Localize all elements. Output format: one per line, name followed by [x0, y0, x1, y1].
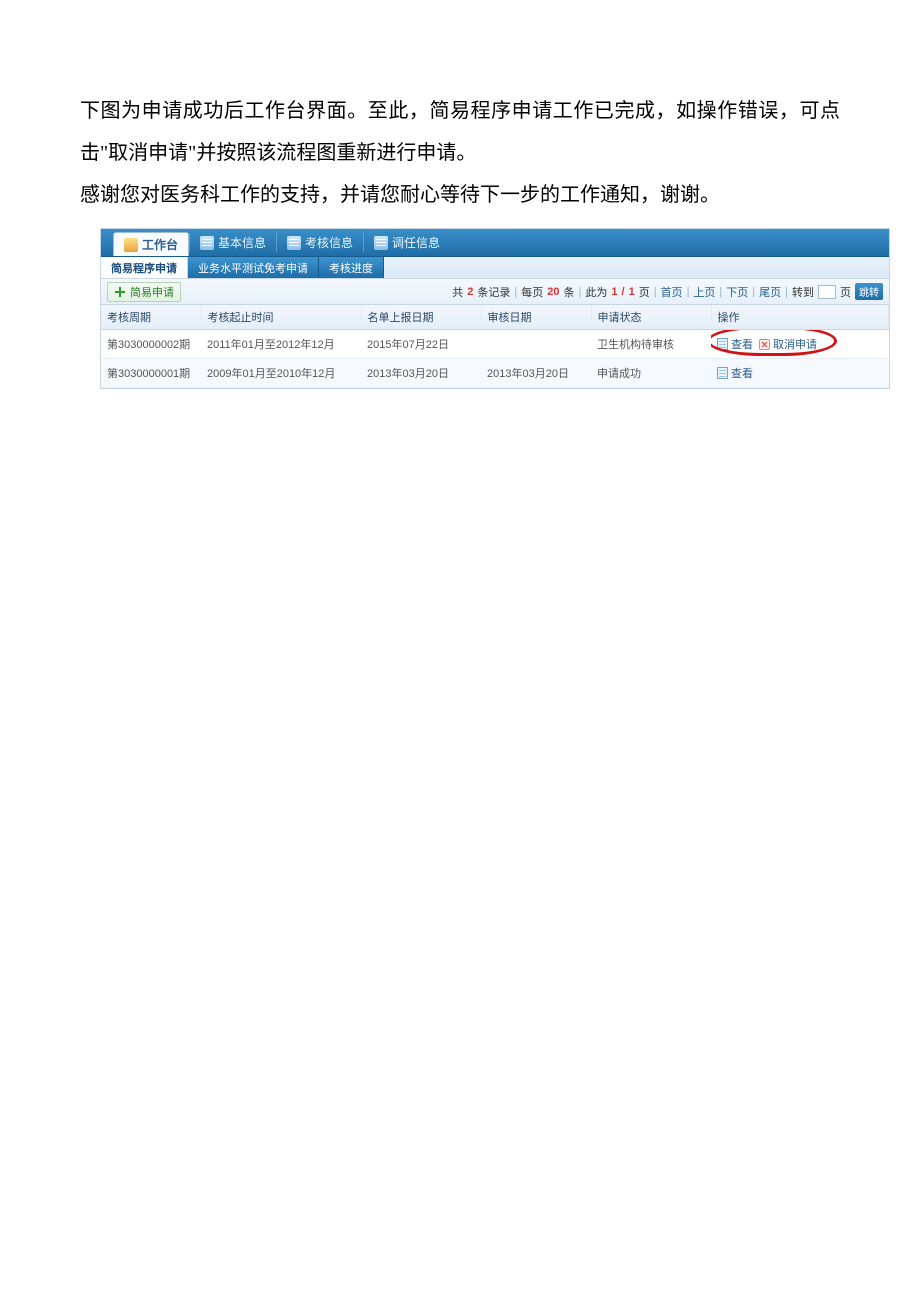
cell-ops: 查看 取消申请 [711, 330, 889, 359]
cancel-label: 取消申请 [773, 336, 817, 352]
table-header-row: 考核周期 考核起止时间 名单上报日期 审核日期 申请状态 操作 [101, 305, 889, 330]
pager-go-button[interactable]: 跳转 [855, 283, 883, 300]
pager-last[interactable]: 尾页 [759, 284, 781, 300]
subtab-simple-apply[interactable]: 简易程序申请 [101, 257, 188, 278]
apply-table: 考核周期 考核起止时间 名单上报日期 审核日期 申请状态 操作 第3030000… [101, 305, 889, 388]
pager-text: 条记录 [477, 284, 510, 300]
intro-paragraph-2: 感谢您对医务科工作的支持，并请您耐心等待下一步的工作通知，谢谢。 [80, 174, 840, 216]
cell-status: 卫生机构待审核 [591, 330, 711, 359]
cell-period: 第3030000001期 [101, 359, 201, 388]
folder-icon [124, 238, 138, 252]
pager-goto-input[interactable] [818, 285, 836, 299]
th-period: 考核周期 [101, 305, 201, 330]
cell-ops: 查看 [711, 359, 889, 388]
pager-first[interactable]: 首页 [661, 284, 683, 300]
toolbar: 简易申请 共 2 条记录 | 每页 20 条 | 此为 1 / 1 页 | 首页… [101, 279, 889, 305]
subtab-exam-exempt[interactable]: 业务水平测试免考申请 [188, 257, 319, 278]
pager-text: 每页 [521, 284, 543, 300]
intro-text: 下图为申请成功后工作台界面。至此，简易程序申请工作已完成，如操作错误，可点击"取… [80, 90, 840, 216]
tab-workbench[interactable]: 工作台 [113, 232, 189, 256]
pager-sep: | [579, 286, 582, 298]
view-icon [717, 367, 728, 379]
cell-review: 2013年03月20日 [481, 359, 591, 388]
add-apply-button[interactable]: 简易申请 [107, 282, 181, 302]
cell-range: 2009年01月至2010年12月 [201, 359, 361, 388]
top-nav: 工作台 基本信息 考核信息 调任信息 [101, 229, 889, 257]
cell-period: 第3030000002期 [101, 330, 201, 359]
doc-icon [200, 236, 214, 250]
cell-status: 申请成功 [591, 359, 711, 388]
pager-text: 页 [639, 284, 650, 300]
pager-text: 条 [564, 284, 575, 300]
tab-label: 考核信息 [305, 234, 353, 251]
subtab-label: 简易程序申请 [111, 260, 177, 276]
subtab-progress[interactable]: 考核进度 [319, 257, 384, 278]
pager-text: 此为 [585, 284, 607, 300]
view-link[interactable]: 查看 [717, 336, 753, 352]
pager: 共 2 条记录 | 每页 20 条 | 此为 1 / 1 页 | 首页 | 上页… [452, 283, 883, 300]
view-label: 查看 [731, 336, 753, 352]
tab-label: 基本信息 [218, 234, 266, 251]
plus-icon [114, 286, 126, 298]
view-link[interactable]: 查看 [717, 365, 753, 381]
pager-perpage: 20 [547, 286, 559, 298]
tab-transfer-info[interactable]: 调任信息 [364, 229, 450, 256]
doc-icon [374, 236, 388, 250]
th-review: 审核日期 [481, 305, 591, 330]
cell-report: 2015年07月22日 [361, 330, 481, 359]
cell-review [481, 330, 591, 359]
cell-range: 2011年01月至2012年12月 [201, 330, 361, 359]
cancel-apply-link[interactable]: 取消申请 [759, 336, 817, 352]
th-range: 考核起止时间 [201, 305, 361, 330]
th-ops: 操作 [711, 305, 889, 330]
tab-label: 调任信息 [392, 234, 440, 251]
subtab-label: 业务水平测试免考申请 [198, 260, 308, 276]
th-status: 申请状态 [591, 305, 711, 330]
app-screenshot: 工作台 基本信息 考核信息 调任信息 简易程序申请 [100, 228, 890, 389]
pager-sep: | [687, 286, 690, 298]
subtab-label: 考核进度 [329, 260, 373, 276]
table-row: 第3030000002期 2011年01月至2012年12月 2015年07月2… [101, 330, 889, 359]
pager-sep: | [654, 286, 657, 298]
pager-sep: | [514, 286, 517, 298]
pager-next[interactable]: 下页 [726, 284, 748, 300]
view-label: 查看 [731, 365, 753, 381]
view-icon [717, 338, 728, 350]
tab-exam-info[interactable]: 考核信息 [277, 229, 363, 256]
pager-text: 转到 [792, 284, 814, 300]
tab-basic-info[interactable]: 基本信息 [190, 229, 276, 256]
pager-total: 2 [467, 286, 473, 298]
pager-sep: | [785, 286, 788, 298]
pager-sep: | [719, 286, 722, 298]
cancel-icon [759, 339, 770, 350]
pager-text: 页 [840, 284, 851, 300]
sub-nav: 简易程序申请 业务水平测试免考申请 考核进度 [101, 257, 889, 279]
pager-sep: | [752, 286, 755, 298]
tab-label: 工作台 [142, 236, 178, 253]
table-row: 第3030000001期 2009年01月至2010年12月 2013年03月2… [101, 359, 889, 388]
cell-report: 2013年03月20日 [361, 359, 481, 388]
pager-prev[interactable]: 上页 [693, 284, 715, 300]
pager-text: 共 [452, 284, 463, 300]
th-report: 名单上报日期 [361, 305, 481, 330]
pager-current: 1 [611, 286, 617, 298]
doc-icon [287, 236, 301, 250]
pager-pages: 1 [629, 286, 635, 298]
intro-paragraph-1: 下图为申请成功后工作台界面。至此，简易程序申请工作已完成，如操作错误，可点击"取… [80, 90, 840, 174]
add-apply-label: 简易申请 [130, 284, 174, 300]
pager-sep: / [622, 286, 625, 298]
